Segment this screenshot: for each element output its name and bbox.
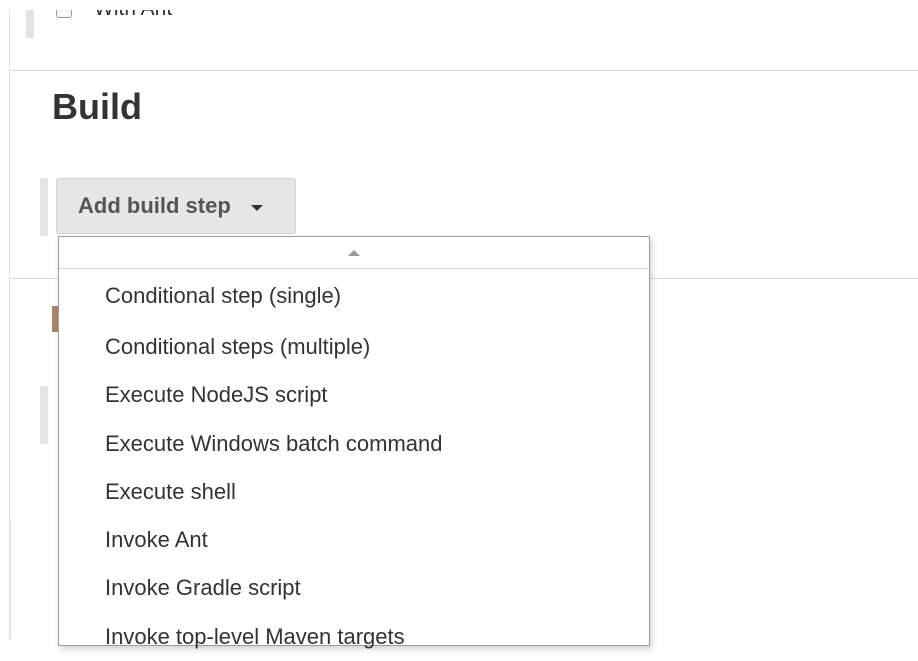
viewport-top-edge	[0, 0, 918, 10]
left-gutter-rule-accent	[9, 520, 11, 639]
menu-item-invoke-gradle-script[interactable]: Invoke Gradle script	[59, 564, 649, 612]
menu-item-conditional-step-single[interactable]: Conditional step (single)	[59, 283, 649, 323]
obscured-step-indent-bar	[40, 386, 48, 444]
menu-item-execute-windows-batch[interactable]: Execute Windows batch command	[59, 420, 649, 468]
section-divider	[10, 70, 918, 71]
job-config-page: With Ant Build Add build step Conditiona…	[0, 0, 918, 649]
build-step-menu: Conditional step (single) Conditional st…	[58, 236, 650, 649]
left-gutter-rule	[9, 0, 10, 520]
add-build-step-button[interactable]: Add build step	[56, 178, 296, 234]
menu-item-execute-nodejs-script[interactable]: Execute NodeJS script	[59, 371, 649, 419]
menu-item-conditional-steps-multiple[interactable]: Conditional steps (multiple)	[59, 323, 649, 371]
build-step-list: Conditional step (single) Conditional st…	[59, 269, 649, 661]
build-section-title: Build	[52, 86, 142, 127]
menu-item-invoke-ant[interactable]: Invoke Ant	[59, 516, 649, 564]
build-step-indent-bar	[40, 178, 48, 236]
menu-scroll-up[interactable]	[59, 237, 649, 269]
add-build-step-label: Add build step	[78, 193, 231, 218]
menu-item-execute-shell[interactable]: Execute shell	[59, 468, 649, 516]
menu-item-invoke-maven-targets[interactable]: Invoke top-level Maven targets	[59, 613, 649, 661]
caret-up-icon	[348, 249, 360, 256]
caret-down-icon	[250, 205, 263, 211]
